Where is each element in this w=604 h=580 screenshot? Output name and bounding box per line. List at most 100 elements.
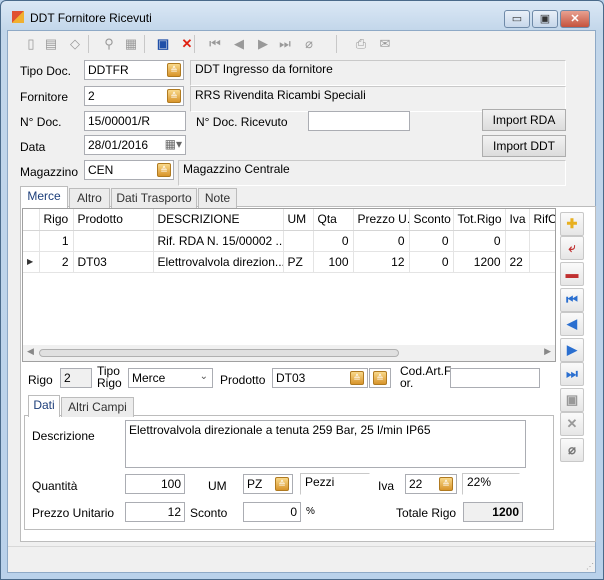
search-list-icon[interactable]: ▦: [122, 35, 140, 53]
mail-icon[interactable]: ✉: [376, 35, 394, 53]
rigo-input: 2: [60, 368, 92, 388]
tipo-rigo-value: Merce: [132, 371, 166, 385]
table-row[interactable]: 1 Rif. RDA N. 15/00002 ... 0 0 0 0: [23, 230, 555, 252]
tab-altro[interactable]: Altro: [69, 188, 110, 208]
table-cell[interactable]: 0: [353, 230, 410, 252]
remove-button[interactable]: ▬: [560, 262, 584, 286]
horizontal-scrollbar[interactable]: ◀ ▶: [23, 345, 555, 361]
table-cell[interactable]: 0: [409, 251, 454, 273]
column-header[interactable]: Rigo: [39, 209, 74, 231]
status-divider: [8, 546, 595, 547]
lookup-icon[interactable]: ≙: [350, 371, 364, 385]
column-header[interactable]: UM: [283, 209, 314, 231]
prev-button[interactable]: ◀: [560, 312, 584, 336]
tab-dati[interactable]: Dati: [28, 395, 60, 417]
resize-grip-icon[interactable]: ⋰: [586, 562, 594, 571]
attach-button[interactable]: ⌀: [560, 438, 584, 462]
table-cell[interactable]: 1200: [453, 251, 506, 273]
prezzo-unitario-input[interactable]: 12: [125, 502, 185, 522]
insert-button[interactable]: ⤶: [560, 236, 584, 260]
table-cell[interactable]: 12: [353, 251, 410, 273]
items-grid[interactable]: Rigo Prodotto DESCRIZIONE UM Qta Prezzo U. Sco…: [22, 208, 556, 362]
cod-art-input[interactable]: [450, 368, 540, 388]
table-row[interactable]: ▶ 2 DT03 Elettrovalvola direzion... PZ 100 12 0…: [23, 251, 555, 273]
lookup-icon[interactable]: ≙: [275, 477, 289, 491]
sconto-label: Sconto: [190, 506, 228, 520]
table-cell[interactable]: DT03: [73, 251, 154, 273]
row-header[interactable]: [23, 230, 40, 252]
table-cell[interactable]: 0: [409, 230, 454, 252]
attach-icon[interactable]: ⌀: [300, 35, 318, 53]
data-date-picker[interactable]: 28/01/2016 ▦▾: [84, 135, 186, 155]
prodotto-lookup-button[interactable]: ≙: [369, 368, 391, 388]
next-icon[interactable]: ▶: [254, 35, 272, 53]
column-header[interactable]: DESCRIZIONE: [153, 209, 284, 231]
um-desc: Pezzi: [300, 473, 370, 495]
minimize-button[interactable]: ▭: [504, 10, 530, 28]
table-cell[interactable]: [73, 230, 154, 252]
tab-altri-campi[interactable]: Altri Campi: [61, 397, 134, 417]
cancel-button[interactable]: ✕: [560, 412, 584, 436]
table-cell[interactable]: 22: [505, 251, 530, 273]
column-header[interactable]: Tot.Rigo: [453, 209, 506, 231]
tab-merce[interactable]: Merce: [20, 186, 68, 208]
next-button[interactable]: ▶: [560, 338, 584, 362]
save-button[interactable]: ▣: [560, 388, 584, 412]
prev-icon[interactable]: ◀: [230, 35, 248, 53]
first-icon: ⏮: [566, 292, 578, 307]
table-cell[interactable]: [505, 230, 530, 252]
chevron-down-icon: ⌄: [199, 371, 208, 382]
table-cell[interactable]: 0: [453, 230, 506, 252]
import-ddt-button[interactable]: Import DDT: [482, 135, 566, 157]
prev-icon: ◀: [567, 316, 577, 331]
iva-desc: 22%: [462, 473, 520, 495]
column-header[interactable]: Prodotto: [73, 209, 154, 231]
table-cell[interactable]: 100: [313, 251, 354, 273]
descrizione-textarea[interactable]: Elettrovalvola direzionale a tenuta 259 …: [125, 420, 526, 468]
first-button[interactable]: ⏮: [560, 288, 584, 312]
column-header[interactable]: Sconto: [409, 209, 454, 231]
last-button[interactable]: ⏭: [560, 362, 584, 386]
scroll-left-icon[interactable]: ◀: [27, 346, 34, 357]
quantita-input[interactable]: 100: [125, 474, 185, 494]
lookup-icon[interactable]: ≙: [167, 89, 181, 103]
save-icon[interactable]: ▣: [154, 35, 172, 53]
import-rda-button[interactable]: Import RDA: [482, 109, 566, 131]
close-button[interactable]: ✕: [560, 10, 590, 28]
table-cell[interactable]: [529, 230, 555, 252]
tipo-rigo-select[interactable]: Merce ⌄: [128, 368, 213, 388]
new-icon[interactable]: ▯: [22, 35, 40, 53]
table-cell[interactable]: 0: [313, 230, 354, 252]
column-header[interactable]: Qta: [313, 209, 354, 231]
table-cell[interactable]: PZ: [283, 251, 314, 273]
column-header[interactable]: RifOr: [529, 209, 555, 231]
add-button[interactable]: ✚: [560, 212, 584, 236]
table-cell[interactable]: Rif. RDA N. 15/00002 ...: [153, 230, 284, 252]
search-icon[interactable]: ⚲: [100, 35, 118, 53]
table-cell[interactable]: 2: [39, 251, 74, 273]
table-cell[interactable]: [529, 251, 555, 273]
tab-dati-trasporto[interactable]: Dati Trasporto: [111, 188, 197, 208]
row-header[interactable]: ▶: [23, 251, 40, 273]
edit-icon[interactable]: ▤: [42, 35, 60, 53]
sconto-input[interactable]: 0: [243, 502, 301, 522]
lookup-icon[interactable]: ≙: [439, 477, 453, 491]
column-header[interactable]: Iva: [505, 209, 530, 231]
n-doc-input[interactable]: 15/00001/R: [84, 111, 186, 131]
lookup-icon[interactable]: ≙: [157, 163, 171, 177]
table-cell[interactable]: [283, 230, 314, 252]
scrollbar-thumb[interactable]: [39, 349, 399, 357]
erase-icon[interactable]: ◇: [66, 35, 84, 53]
lookup-icon[interactable]: ≙: [167, 63, 181, 77]
table-cell[interactable]: Elettrovalvola direzion...: [153, 251, 284, 273]
table-cell[interactable]: 1: [39, 230, 74, 252]
first-icon[interactable]: ⏮: [206, 35, 224, 53]
tab-note[interactable]: Note: [198, 188, 237, 208]
maximize-button[interactable]: ▣: [532, 10, 558, 28]
calendar-dropdown-icon[interactable]: ▦▾: [165, 137, 182, 151]
print-icon[interactable]: ⎙: [352, 35, 370, 53]
n-doc-ricevuto-input[interactable]: [308, 111, 410, 131]
column-header[interactable]: Prezzo U.: [353, 209, 410, 231]
scroll-right-icon[interactable]: ▶: [544, 346, 551, 357]
last-icon[interactable]: ⏭: [276, 35, 294, 53]
